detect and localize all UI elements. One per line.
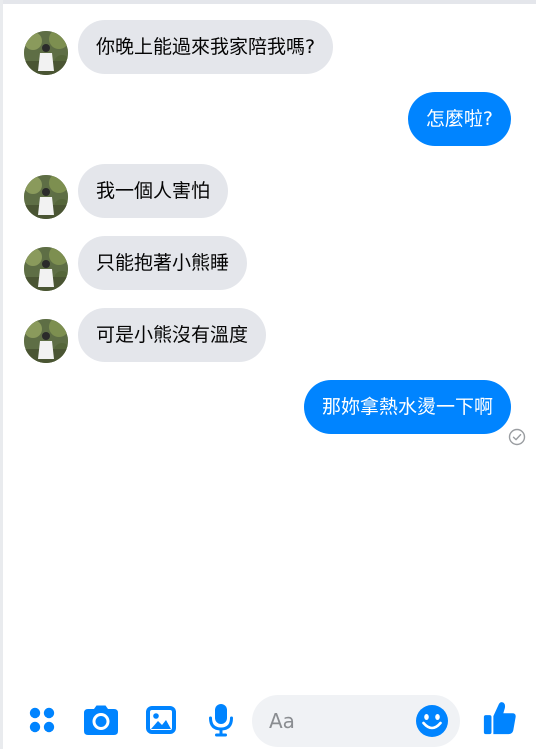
message-bubble-incoming[interactable]: 可是小熊沒有溫度 bbox=[78, 308, 267, 362]
avatar[interactable] bbox=[24, 247, 68, 291]
thumbs-up-icon[interactable] bbox=[482, 700, 518, 736]
avatar[interactable] bbox=[24, 319, 68, 363]
message-composer: Aa bbox=[0, 690, 536, 749]
message-bubble-outgoing[interactable]: 那妳拿熱水燙一下啊 bbox=[303, 380, 511, 434]
message-bubble-incoming[interactable]: 只能抱著小熊睡 bbox=[78, 236, 248, 290]
message-bubble-incoming[interactable]: 我一個人害怕 bbox=[78, 164, 229, 218]
message-bubble-incoming[interactable]: 你晚上能過來我家陪我嗎? bbox=[78, 20, 334, 74]
message-bubble-outgoing[interactable]: 怎麼啦? bbox=[407, 92, 511, 146]
message-input[interactable]: Aa bbox=[252, 695, 460, 747]
delivered-check-icon bbox=[508, 428, 526, 446]
microphone-icon[interactable] bbox=[203, 702, 239, 738]
top-divider bbox=[0, 0, 536, 4]
camera-icon[interactable] bbox=[83, 702, 119, 738]
smiley-icon[interactable] bbox=[415, 704, 449, 738]
avatar[interactable] bbox=[24, 175, 68, 219]
avatar[interactable] bbox=[24, 31, 68, 75]
message-input-placeholder: Aa bbox=[269, 709, 295, 733]
image-icon[interactable] bbox=[143, 702, 179, 738]
left-divider bbox=[0, 0, 3, 749]
more-apps-icon[interactable] bbox=[24, 702, 60, 738]
